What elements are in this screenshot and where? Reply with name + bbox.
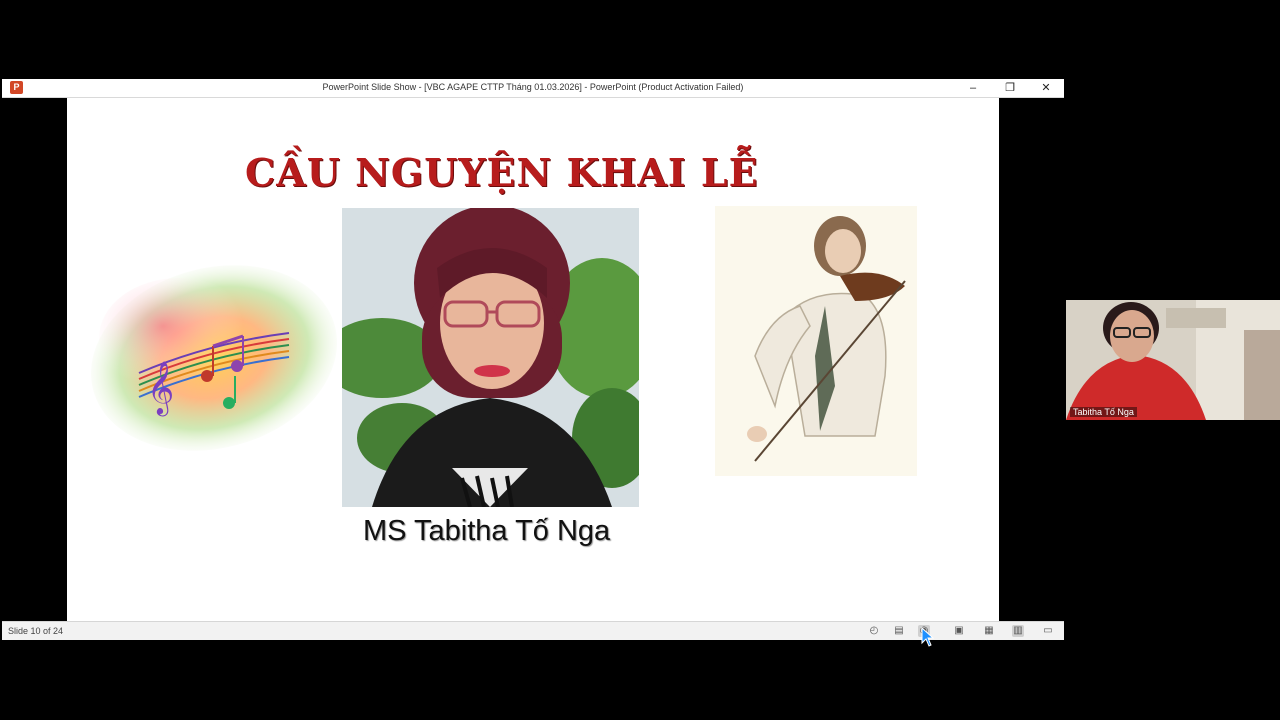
status-bar: Slide 10 of 24 ◴ ▤ ◉ ▣ ▦ ▥ ▭ bbox=[2, 621, 1064, 640]
close-button[interactable]: ✕ bbox=[1032, 80, 1060, 96]
minimize-button[interactable]: – bbox=[959, 80, 987, 96]
slide-area[interactable]: CẦU NGUYỆN KHAI LỄ 𝄞 MS Tabitha Tố Nga bbox=[2, 98, 1064, 621]
slide-title: CẦU NGUYỆN KHAI LỄ bbox=[245, 150, 759, 195]
participant-name: Tabitha Tố Nga bbox=[1070, 407, 1137, 417]
slide[interactable]: CẦU NGUYỆN KHAI LỄ 𝄞 MS Tabitha Tố Nga bbox=[67, 98, 999, 621]
slide-counter: Slide 10 of 24 bbox=[8, 626, 64, 636]
speaker-photo bbox=[342, 208, 639, 507]
speaker-caption: MS Tabitha Tố Nga bbox=[363, 515, 611, 547]
title-bar: P PowerPoint Slide Show - [VBC AGAPE CTT… bbox=[2, 79, 1064, 98]
svg-text:𝄞: 𝄞 bbox=[147, 360, 174, 416]
participant-video-frame bbox=[1066, 300, 1280, 420]
accessibility-icon[interactable]: ◴ bbox=[868, 625, 880, 637]
window-title: PowerPoint Slide Show - [VBC AGAPE CTTP … bbox=[322, 82, 744, 92]
powerpoint-window: P PowerPoint Slide Show - [VBC AGAPE CTT… bbox=[2, 79, 1064, 640]
music-notes-image: 𝄞 bbox=[91, 265, 337, 451]
notes-icon[interactable]: ▤ bbox=[893, 625, 905, 637]
violinist-image bbox=[715, 206, 917, 476]
reading-view-icon[interactable]: ▥ bbox=[1012, 625, 1024, 637]
normal-view-icon[interactable]: ▣ bbox=[953, 625, 965, 637]
participant-video-tile[interactable]: Tabitha Tố Nga bbox=[1066, 300, 1280, 420]
mouse-cursor-icon bbox=[921, 627, 935, 647]
slideshow-icon[interactable]: ▭ bbox=[1042, 625, 1054, 637]
restore-button[interactable]: ❐ bbox=[996, 80, 1024, 96]
slide-sorter-icon[interactable]: ▦ bbox=[983, 625, 995, 637]
